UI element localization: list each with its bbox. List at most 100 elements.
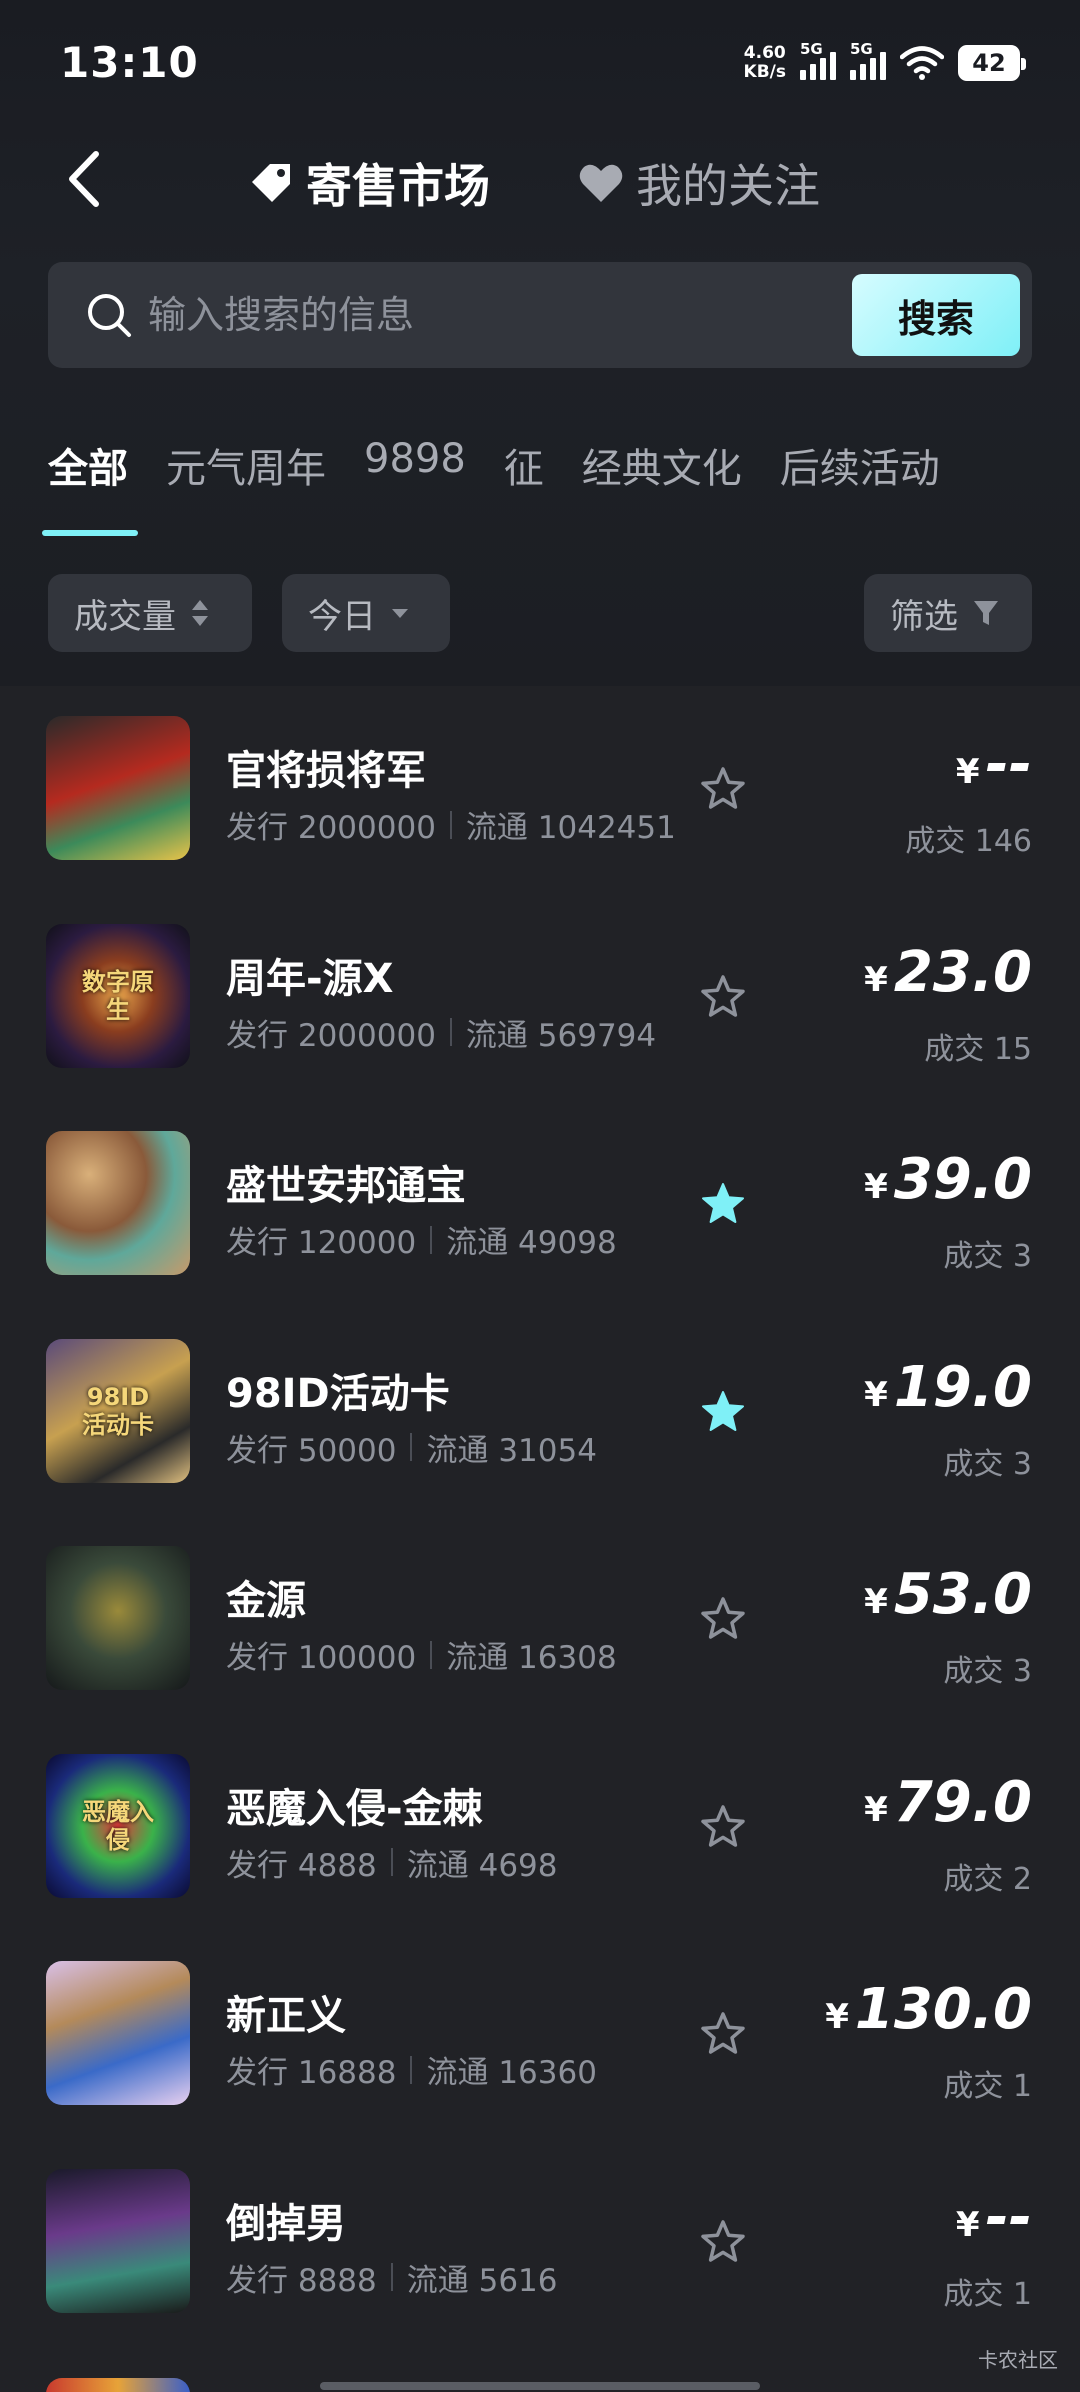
item-name: 新正义 (226, 1993, 346, 2039)
item-price: ¥ -- (956, 2185, 1032, 2250)
item-price: ¥53.0 (864, 1562, 1032, 1627)
currency-symbol: ¥ (955, 752, 980, 792)
divider (430, 1225, 433, 1254)
list-item[interactable]: 恶魔入侵 恶魔入侵-金棘 发行 4888 流通 4698 ¥79.0 成交 2 (0, 1724, 1080, 1931)
currency-symbol: ¥ (864, 1789, 888, 1830)
tab-follow-label: 我的关注 (636, 159, 820, 213)
circulation-count: 流通 16360 (426, 2055, 597, 2091)
issue-count: 发行 100000 (226, 1640, 417, 1676)
star-filled-icon[interactable] (700, 1181, 746, 1227)
tag-icon (252, 164, 290, 202)
item-price: ¥39.0 (864, 1147, 1032, 1212)
funnel-icon (974, 601, 998, 625)
item-thumbnail (46, 716, 190, 860)
price-value: 53.0 (893, 1562, 1032, 1627)
issue-count: 发行 8888 (226, 2262, 377, 2299)
divider (390, 2263, 393, 2291)
search-input[interactable] (148, 282, 888, 348)
divider (449, 1018, 452, 1046)
circulation-count: 流通 569794 (465, 1017, 657, 1054)
watermark: 卡农社区 (978, 2348, 1058, 2372)
divider (430, 1640, 433, 1669)
search-icon (88, 294, 131, 337)
network-speed: 4.60 KB/s (744, 44, 786, 82)
item-meta: 发行 50000 流通 31054 (226, 1425, 597, 1470)
trade-count: 成交 3 (943, 1239, 1032, 1274)
thumbnail-text: 98ID活动卡 (82, 1382, 154, 1439)
issue-count: 发行 50000 (226, 1432, 397, 1469)
trade-count: 成交 15 (924, 1031, 1032, 1067)
active-tab-indicator (42, 530, 138, 536)
list-item[interactable]: 官将损将军 发行 2000000 流通 1042451 ¥ -- 成交 146 (0, 686, 1080, 893)
period-dropdown[interactable]: 今日 (282, 574, 450, 652)
circulation-count: 流通 49098 (446, 1225, 617, 1261)
back-arrow-icon[interactable] (60, 146, 110, 212)
category-tab-9898[interactable]: 9898 (364, 436, 466, 494)
item-meta: 发行 100000 流通 16308 (226, 1632, 617, 1677)
tab-market[interactable]: 寄售市场 (248, 150, 490, 216)
star-outline-icon[interactable] (700, 1804, 746, 1850)
category-tab-upcoming-events[interactable]: 后续活动 (780, 436, 940, 494)
trade-count: 成交 3 (943, 1446, 1032, 1482)
star-outline-icon[interactable] (700, 974, 746, 1020)
list-item[interactable]: 盛世安邦通宝发行 120000 流通 49098 ¥39.0 成交 3 (0, 1101, 1080, 1308)
item-meta: 发行 4888 流通 4698 (226, 1840, 558, 1885)
period-label: 今日 (308, 596, 376, 637)
list-item[interactable]: 98ID活动卡 98ID活动卡 发行 50000 流通 31054 ¥19.0 成交 3 (0, 1309, 1080, 1516)
list-item[interactable]: 新正义 发行 16888 流通 16360 ¥130.0 成交 1 (0, 1931, 1080, 2138)
item-thumbnail (46, 2168, 190, 2313)
item-thumbnail: 恶魔入侵 (46, 1753, 190, 1898)
sort-volume-button[interactable]: 成交量 (48, 574, 252, 652)
star-outline-icon[interactable] (700, 2011, 746, 2057)
category-tab-anniversary[interactable]: 元气周年 (166, 436, 326, 494)
item-price: ¥ -- (956, 732, 1032, 797)
item-thumbnail: 数字原生 (46, 923, 190, 1068)
network-speed-value: 4.60 (743, 43, 786, 63)
item-meta: 发行 120000 流通 49098 (226, 1217, 617, 1262)
item-name: 盛世安邦通宝 (226, 1163, 466, 1209)
sort-volume-label: 成交量 (74, 596, 176, 637)
item-meta: 发行 8888 流通 5616 (226, 2255, 558, 2300)
filter-label: 筛选 (890, 596, 958, 637)
search-bar: 搜索 (48, 262, 1032, 368)
category-tab-zheng[interactable]: 征 (504, 436, 544, 494)
star-filled-icon[interactable] (700, 1389, 746, 1435)
item-name: 金源 (226, 1578, 306, 1624)
home-indicator[interactable] (320, 2382, 760, 2390)
trade-count: 成交 146 (905, 824, 1032, 859)
filter-button[interactable]: 筛选 (864, 574, 1032, 652)
item-price: ¥23.0 (864, 940, 1032, 1005)
trade-count: 成交 2 (943, 1861, 1032, 1897)
star-outline-icon[interactable] (700, 2219, 746, 2265)
divider (390, 1848, 393, 1876)
status-time: 13:10 (60, 38, 199, 87)
status-icons: 4.60 KB/s 5G 5G 42 (744, 40, 1026, 86)
item-price: ¥130.0 (825, 1977, 1032, 2042)
trade-count: 成交 1 (943, 2276, 1032, 2312)
star-outline-icon[interactable] (700, 766, 746, 812)
category-tab-classic-culture[interactable]: 经典文化 (582, 436, 742, 494)
item-name: 倒掉男 (226, 2200, 346, 2247)
battery-icon: 42 (958, 45, 1026, 81)
item-thumbnail: 98ID活动卡 (46, 1338, 190, 1483)
item-name: 98ID活动卡 (226, 1370, 450, 1417)
divider (410, 1433, 413, 1461)
star-outline-icon[interactable] (700, 1596, 746, 1642)
issue-count: 发行 4888 (226, 1847, 377, 1884)
search-button[interactable]: 搜索 (852, 274, 1020, 356)
tab-follow[interactable]: 我的关注 (578, 150, 820, 216)
signal-icon: 5G (850, 40, 886, 80)
status-bar: 13:10 4.60 KB/s 5G 5G 42 (0, 0, 1080, 112)
list-item[interactable]: 金源 发行 100000 流通 16308 ¥53.0 成交 3 (0, 1516, 1080, 1723)
category-tab-all[interactable]: 全部 (48, 436, 128, 494)
tab-market-label: 寄售市场 (306, 159, 490, 213)
issue-count: 发行 120000 (226, 1225, 417, 1261)
item-thumbnail (46, 1131, 190, 1275)
issue-count: 发行 2000000 (226, 810, 436, 846)
item-meta: 发行 2000000 流通 1042451 (226, 802, 676, 847)
item-price: ¥79.0 (864, 1770, 1032, 1835)
divider (449, 810, 452, 839)
list-item[interactable]: 数字原生 周年-源X 发行 2000000 流通 569794 ¥23.0 成交 15 (0, 894, 1080, 1101)
list-item[interactable]: 倒掉男发行 8888 流通 5616 ¥ -- 成交 1 (0, 2139, 1080, 2346)
circulation-count: 流通 5616 (406, 2262, 558, 2299)
